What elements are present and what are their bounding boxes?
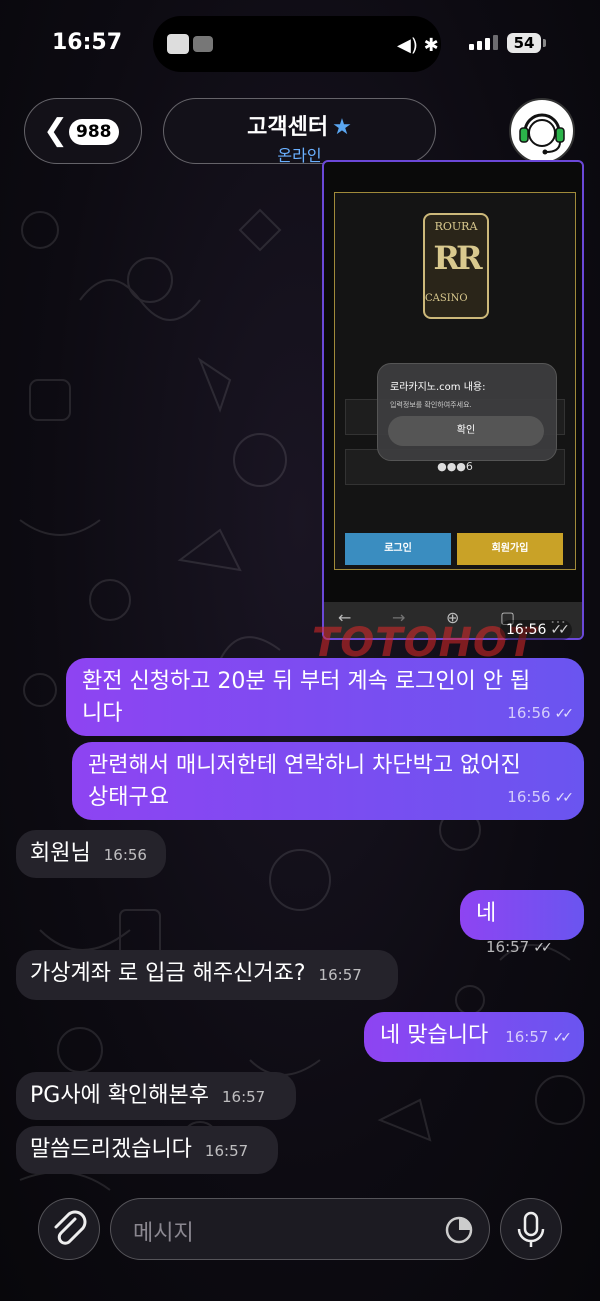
chat-title-box[interactable]: 고객센터 ★ 온라인 <box>163 98 436 165</box>
logo-bottom-text: CASINO <box>425 293 468 304</box>
message-time: 16:56 ✓✓ <box>507 781 575 814</box>
message-time-text: 16:56 <box>507 788 551 806</box>
message-time: 16:57 <box>222 1088 266 1106</box>
back-chevron-icon: ❮ <box>43 113 69 148</box>
voice-record-button[interactable] <box>500 1198 562 1260</box>
message-text: 가상계좌 로 입금 해주신거죠? <box>30 961 306 986</box>
status-time: 16:57 <box>52 30 123 55</box>
message-bubble-outgoing[interactable]: 네 16:57 ✓✓ <box>460 890 584 956</box>
dynamic-island: ◀︎) ✱ <box>153 16 441 72</box>
island-app-icon-2 <box>193 36 213 52</box>
message-input-placeholder: 메시지 <box>133 1221 194 1246</box>
status-bar: 16:57 ◀︎) ✱ 54 <box>0 0 600 90</box>
back-button[interactable]: ❮ 988 <box>24 98 142 164</box>
star-icon: ★ <box>332 115 352 140</box>
message-bubble-incoming[interactable]: 말씀드리겠습니다 16:57 <box>16 1126 278 1174</box>
read-checks-icon: ✓✓ <box>533 940 553 956</box>
read-checks-icon: ✓✓ <box>550 622 570 638</box>
alert-title: 로라카지노.com 내용: <box>390 382 486 393</box>
message-time: 16:56 ✓✓ <box>507 697 575 730</box>
message-bubble-incoming[interactable]: 가상계좌 로 입금 해주신거죠? 16:57 <box>16 950 398 1000</box>
logo-mark: RR <box>433 239 482 277</box>
message-text: PG사에 확인해본후 <box>30 1083 209 1108</box>
login-button: 로그인 <box>345 533 451 565</box>
logo-top-text: ROURA <box>434 220 478 233</box>
chat-title: 고객센터 ★ <box>164 109 435 141</box>
read-checks-icon: ✓✓ <box>554 706 575 722</box>
attach-button[interactable] <box>38 1198 100 1260</box>
message-time-text: 16:56 <box>507 704 551 722</box>
message-text: 관련해서 매니저한테 연락하니 차단박고 없어진 <box>88 753 521 778</box>
headset-icon <box>519 113 565 155</box>
message-bubble-incoming[interactable]: 회원님 16:56 <box>16 830 166 878</box>
avatar[interactable] <box>509 98 575 164</box>
message-bubble-outgoing[interactable]: 환전 신청하고 20분 뒤 부터 계속 로그인이 안 됩 니다 16:56 ✓✓ <box>66 658 584 736</box>
message-time: 16:57 <box>204 1142 249 1160</box>
sticker-icon[interactable] <box>443 1214 475 1246</box>
image-message-time: 16:56 ✓✓ <box>500 620 572 640</box>
battery-tip <box>543 39 546 47</box>
signal-icon <box>469 35 498 50</box>
read-checks-icon: ✓✓ <box>552 1030 572 1046</box>
read-checks-icon: ✓✓ <box>554 790 575 806</box>
casino-logo: ROURA RR CASINO <box>423 213 489 319</box>
image-message[interactable]: ROURA RR CASINO ●●●6 로그인 회원가입 로라카지노.com … <box>322 160 584 640</box>
alert-confirm-button: 확인 <box>388 416 544 446</box>
message-text: 네 맞습니다 <box>380 1023 489 1048</box>
message-time-text: 16:57 <box>505 1028 549 1046</box>
embedded-screenshot: ROURA RR CASINO ●●●6 로그인 회원가입 로라카지노.com … <box>334 192 576 570</box>
signup-button: 회원가입 <box>457 533 563 565</box>
sound-icon: ◀︎) ✱ <box>397 35 439 56</box>
paperclip-icon <box>54 1210 87 1245</box>
message-text: 상태구요 <box>88 785 169 810</box>
message-text: 환전 신청하고 20분 뒤 부터 계속 로그인이 안 됩 <box>82 669 531 694</box>
message-time-text: 16:57 <box>486 938 530 956</box>
message-input[interactable]: 메시지 <box>110 1198 490 1260</box>
message-time: 16:57 <box>318 966 362 984</box>
image-time-text: 16:56 <box>506 622 547 638</box>
unread-count-badge: 988 <box>69 119 119 145</box>
message-bubble-incoming[interactable]: PG사에 확인해본후 16:57 <box>16 1072 296 1120</box>
island-app-icon <box>167 34 189 54</box>
message-text: 말씀드리겠습니다 <box>30 1137 192 1162</box>
message-time: 16:57 ✓✓ <box>505 1028 572 1046</box>
message-bubble-outgoing[interactable]: 관련해서 매니저한테 연락하니 차단박고 없어진 상태구요 16:56 ✓✓ <box>72 742 584 820</box>
message-time: 16:56 <box>103 846 147 864</box>
chat-title-text: 고객센터 <box>247 115 329 140</box>
microphone-icon <box>517 1211 545 1247</box>
alert-text: 입력정보를 확인하여주세요. <box>390 401 472 409</box>
message-text: 니다 <box>82 701 123 726</box>
message-bubble-outgoing[interactable]: 네 맞습니다 16:57 ✓✓ <box>364 1012 584 1062</box>
message-time: 16:57 ✓✓ <box>486 938 553 956</box>
message-text: 회원님 <box>30 841 91 866</box>
alert-dialog: 로라카지노.com 내용: 입력정보를 확인하여주세요. 확인 <box>377 363 557 461</box>
battery-icon: 54 <box>507 33 541 53</box>
message-text: 네 <box>476 901 497 926</box>
